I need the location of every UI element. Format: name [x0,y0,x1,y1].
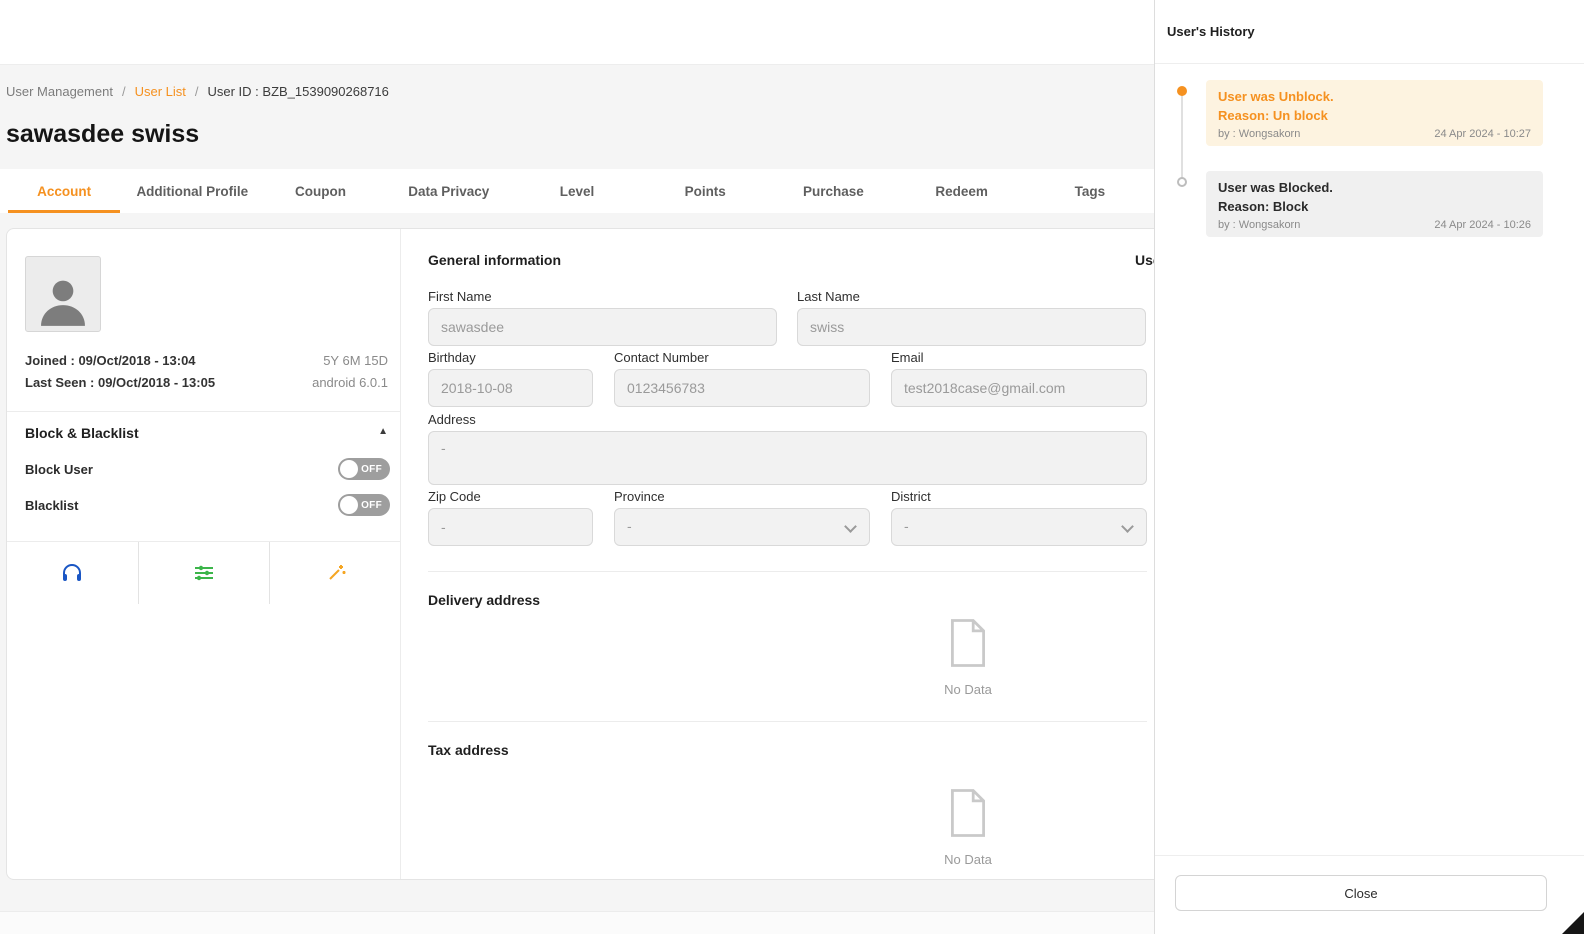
history-entry-title: User was Unblock. [1218,89,1531,104]
chevron-down-icon [844,520,857,533]
history-entry-date: 24 Apr 2024 - 10:26 [1434,219,1531,231]
joined-date: Joined : 09/Oct/2018 - 13:04 [25,353,196,368]
district-label: District [891,489,931,504]
toggle-state-label: OFF [361,464,382,475]
divider [428,571,1147,572]
device-info: android 6.0.1 [312,375,388,390]
collapse-caret-icon[interactable]: ▲ [378,426,388,437]
tax-address-title: Tax address [428,742,509,758]
contact-number-field[interactable] [614,369,870,407]
page-title: sawasdee swiss [6,120,199,149]
breadcrumb: User Management / User List / User ID : … [6,84,389,99]
close-button[interactable]: Close [1175,875,1547,911]
province-select[interactable]: - [614,508,870,546]
contact-number-label: Contact Number [614,350,709,365]
last-name-field[interactable] [797,308,1146,346]
divider [7,411,401,412]
province-label: Province [614,489,665,504]
timeline-dot [1177,177,1187,187]
history-entry-title: User was Blocked. [1218,180,1531,195]
avatar [25,256,101,332]
chevron-down-icon [1121,520,1134,533]
timeline-dot-active [1177,86,1187,96]
support-headset-button[interactable] [7,542,138,604]
tab-tags[interactable]: Tags [1026,169,1154,213]
tab-redeem[interactable]: Redeem [898,169,1026,213]
address-label: Address [428,412,476,427]
history-entry-date: 24 Apr 2024 - 10:27 [1434,128,1531,140]
birthday-field[interactable] [428,369,593,407]
profile-summary-pane: Joined : 09/Oct/2018 - 13:04 Last Seen :… [7,229,401,879]
toggle-state-label: OFF [361,500,382,511]
district-select[interactable]: - [891,508,1147,546]
timeline-connector [1181,94,1183,182]
magic-action-button[interactable] [269,542,401,604]
first-name-field[interactable] [428,308,777,346]
user-history-panel: User's History User was Unblock. Reason:… [1154,0,1584,934]
blacklist-label: Blacklist [25,498,78,513]
footer-strip [0,911,1154,934]
quick-action-row [7,542,401,604]
delivery-address-title: Delivery address [428,592,540,608]
preferences-button[interactable] [138,542,270,604]
tab-data-privacy[interactable]: Data Privacy [385,169,513,213]
headset-icon [60,561,84,585]
last-name-label: Last Name [797,289,860,304]
zip-code-label: Zip Code [428,489,481,504]
email-label: Email [891,350,924,365]
file-icon [947,617,989,669]
zip-code-field[interactable] [428,508,593,546]
tab-purchase[interactable]: Purchase [769,169,897,213]
tab-coupon[interactable]: Coupon [256,169,384,213]
history-entry[interactable]: User was Unblock. Reason: Un block by : … [1206,80,1543,146]
history-panel-title: User's History [1155,0,1584,64]
breadcrumb-user-list[interactable]: User List [135,84,186,99]
block-blacklist-title: Block & Blacklist [25,425,139,441]
tab-points[interactable]: Points [641,169,769,213]
magic-wand-icon [324,561,348,585]
sliders-icon [192,561,216,585]
tab-bar: Account Additional Profile Coupon Data P… [0,169,1154,213]
email-field[interactable] [891,369,1147,407]
breadcrumb-separator: / [122,84,126,99]
history-entry-by: by : Wongsakorn [1218,128,1300,140]
block-user-label: Block User [25,462,93,477]
toggle-knob [340,460,358,478]
history-entry-reason: Reason: Block [1218,199,1531,214]
history-entry-by: by : Wongsakorn [1218,219,1300,231]
birthday-label: Birthday [428,350,476,365]
breadcrumb-separator: / [195,84,199,99]
divider [1155,855,1584,856]
address-field[interactable]: - [428,431,1147,485]
tab-additional-profile[interactable]: Additional Profile [128,169,256,213]
history-entry-reason: Reason: Un block [1218,108,1531,123]
file-icon [947,787,989,839]
tab-level[interactable]: Level [513,169,641,213]
breadcrumb-user-management[interactable]: User Management [6,84,113,99]
tab-account[interactable]: Account [0,169,128,213]
account-age: 5Y 6M 15D [323,353,388,368]
first-name-label: First Name [428,289,492,304]
blacklist-toggle[interactable]: OFF [338,494,390,516]
history-entry[interactable]: User was Blocked. Reason: Block by : Won… [1206,171,1543,237]
province-value: - [627,518,632,534]
district-value: - [904,518,909,534]
block-user-toggle[interactable]: OFF [338,458,390,480]
general-information-title: General information [428,252,561,268]
last-seen-date: Last Seen : 09/Oct/2018 - 13:05 [25,375,215,390]
divider [428,721,1147,722]
toggle-knob [340,496,358,514]
breadcrumb-user-id: User ID : BZB_1539090268716 [208,84,389,99]
corner-fold-decoration [1562,912,1584,934]
person-silhouette-icon [32,269,94,331]
